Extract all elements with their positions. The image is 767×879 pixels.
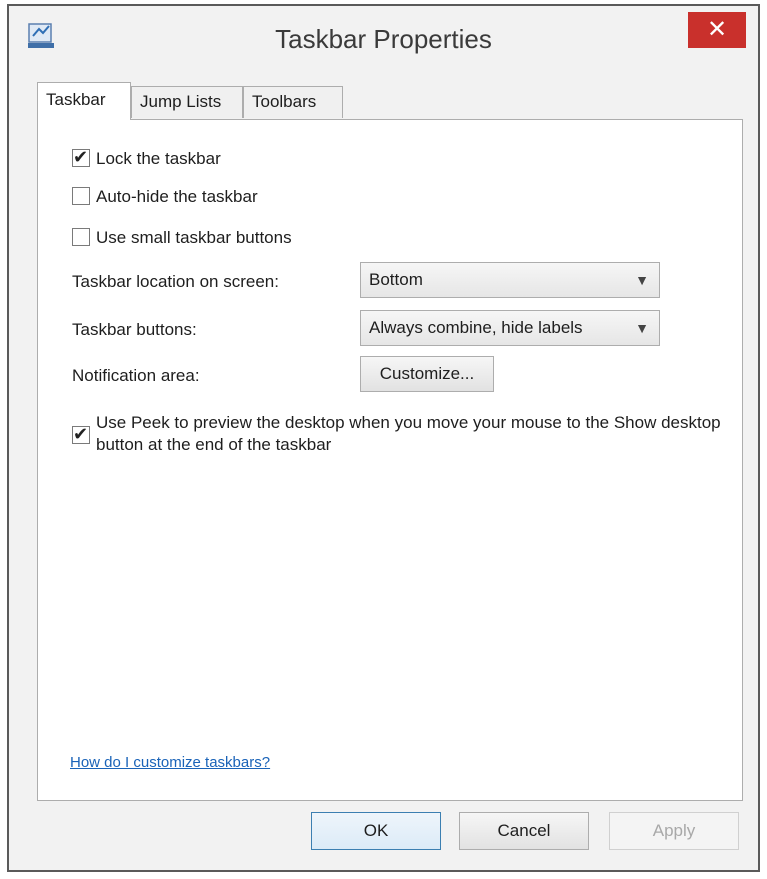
apply-button[interactable]: Apply <box>609 812 739 850</box>
lock-taskbar-checkbox[interactable]: ✔ <box>72 147 90 167</box>
small-buttons-checkbox[interactable] <box>72 228 90 246</box>
checkmark-icon: ✔ <box>73 147 89 167</box>
taskbar-location-select[interactable]: Bottom ▼ <box>360 262 660 298</box>
auto-hide-label: Auto-hide the taskbar <box>96 187 258 206</box>
auto-hide-checkbox[interactable] <box>72 187 90 205</box>
tab-toolbars[interactable]: Toolbars <box>243 86 343 118</box>
notification-area-label: Notification area: <box>72 366 200 385</box>
chevron-down-icon: ▼ <box>635 320 649 336</box>
checkmark-icon: ✔ <box>73 424 89 444</box>
tab-panel-taskbar: ✔ Lock the taskbar Auto-hide the taskbar… <box>37 119 743 801</box>
auto-hide-option[interactable]: Auto-hide the taskbar <box>72 186 258 208</box>
customize-button[interactable]: Customize... <box>360 356 494 392</box>
use-peek-checkbox[interactable]: ✔ <box>72 424 90 444</box>
chevron-down-icon: ▼ <box>635 272 649 288</box>
tab-jump-lists[interactable]: Jump Lists <box>131 86 243 118</box>
window-title: Taskbar Properties <box>275 24 492 54</box>
taskbar-location-label: Taskbar location on screen: <box>72 272 279 291</box>
small-buttons-option[interactable]: Use small taskbar buttons <box>72 227 292 249</box>
close-icon: ✕ <box>706 16 728 43</box>
taskbar-properties-window: Taskbar Properties ✕ Taskbar Jump Lists … <box>7 4 760 872</box>
close-button[interactable]: ✕ <box>688 12 746 48</box>
cancel-button[interactable]: Cancel <box>459 812 589 850</box>
help-link[interactable]: How do I customize taskbars? <box>70 754 270 771</box>
taskbar-buttons-label: Taskbar buttons: <box>72 320 197 339</box>
ok-button[interactable]: OK <box>311 812 441 850</box>
tab-taskbar[interactable]: Taskbar <box>37 82 131 120</box>
use-peek-option[interactable]: ✔ Use Peek to preview the desktop when y… <box>72 412 722 456</box>
title-bar: Taskbar Properties ✕ <box>9 6 758 70</box>
lock-taskbar-option[interactable]: ✔ Lock the taskbar <box>72 147 221 170</box>
small-buttons-label: Use small taskbar buttons <box>96 228 292 247</box>
taskbar-buttons-value: Always combine, hide labels <box>369 318 583 337</box>
use-peek-label: Use Peek to preview the desktop when you… <box>96 413 721 454</box>
taskbar-location-value: Bottom <box>369 270 423 289</box>
taskbar-buttons-select[interactable]: Always combine, hide labels ▼ <box>360 310 660 346</box>
lock-taskbar-label: Lock the taskbar <box>96 149 221 168</box>
